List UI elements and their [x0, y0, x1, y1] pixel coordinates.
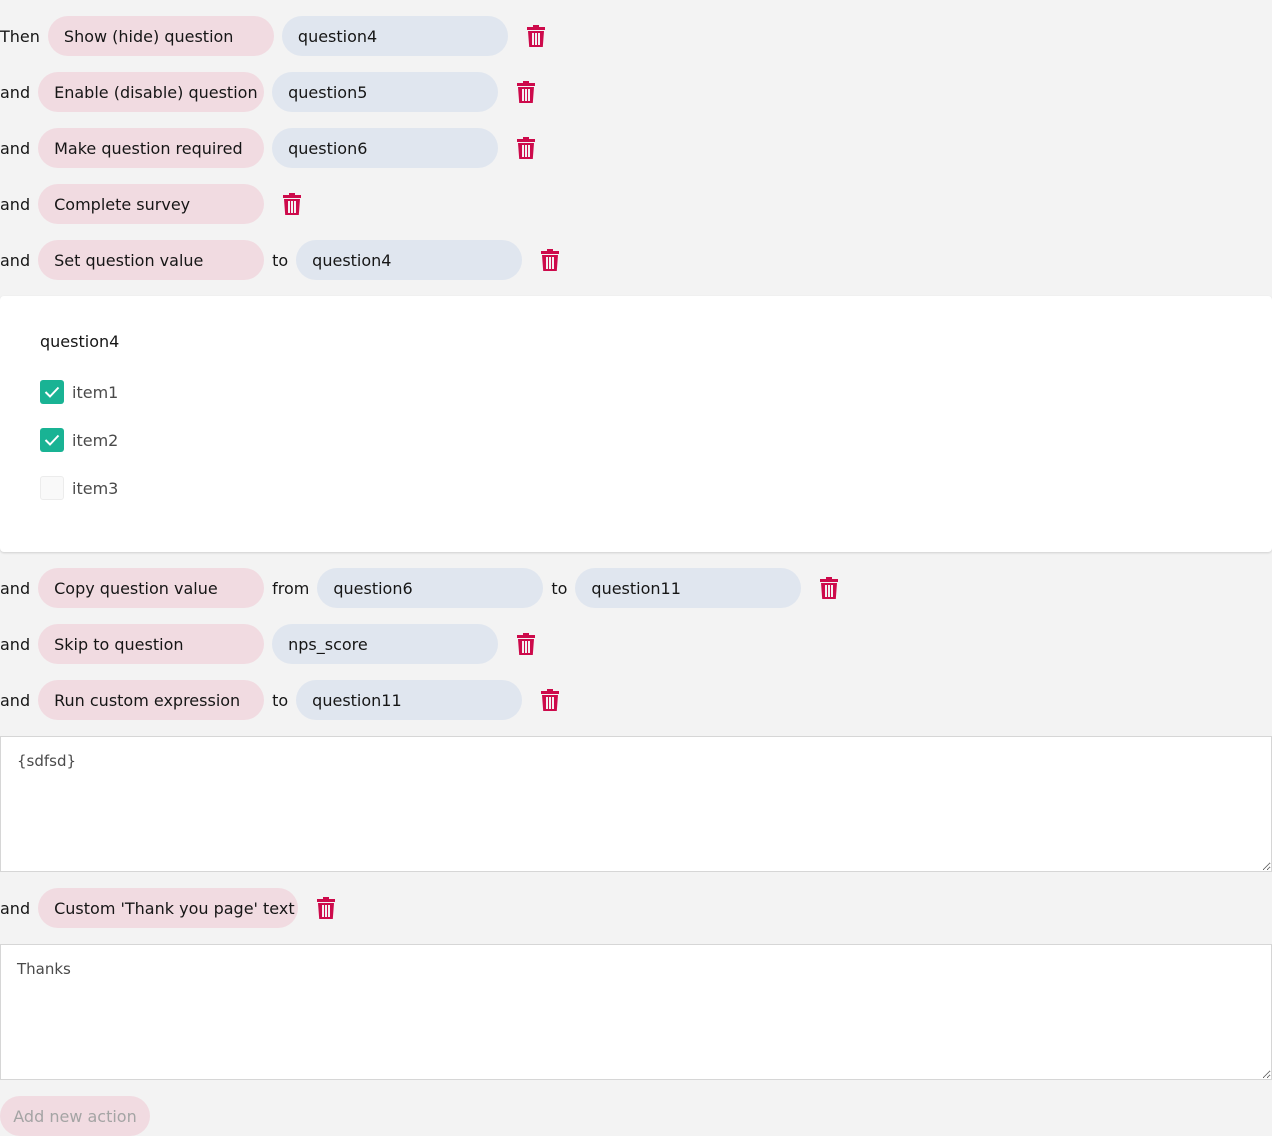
to-label: to — [551, 578, 568, 598]
target-question-dropdown[interactable]: nps_score — [272, 624, 499, 664]
action-type-dropdown[interactable]: Custom 'Thank you page' text — [38, 888, 299, 928]
trash-icon[interactable] — [540, 249, 560, 271]
to-label: to — [272, 250, 289, 270]
action-conjunction: and — [0, 578, 31, 598]
target-question-label: nps_score — [288, 634, 368, 654]
action-conjunction: and — [0, 250, 31, 270]
trash-icon[interactable] — [819, 577, 839, 599]
action-type-dropdown[interactable]: Make question required — [38, 128, 265, 168]
action-row: and Set question value to question4 — [0, 240, 560, 280]
trash-icon[interactable] — [316, 897, 336, 919]
action-conjunction: and — [0, 898, 31, 918]
checkbox-item[interactable]: item3 — [40, 476, 118, 500]
target-question-dropdown[interactable]: question11 — [575, 568, 802, 608]
action-type-dropdown[interactable]: Complete survey — [38, 184, 265, 224]
target-question-dropdown[interactable]: question4 — [296, 240, 523, 280]
action-row: and Complete survey — [0, 184, 302, 224]
action-conjunction: Then — [0, 26, 40, 46]
action-row: and Make question required question6 — [0, 128, 536, 168]
action-type-label: Set question value — [54, 250, 204, 270]
action-row: Then Show (hide) question question4 — [0, 16, 546, 56]
action-type-label: Make question required — [54, 138, 243, 158]
action-type-label: Skip to question — [54, 634, 184, 654]
checkbox-item[interactable]: item1 — [40, 380, 118, 404]
checkbox-label: item3 — [72, 478, 119, 498]
action-row: and Custom 'Thank you page' text — [0, 888, 336, 928]
trash-icon[interactable] — [516, 137, 536, 159]
target-question-dropdown[interactable]: question6 — [272, 128, 499, 168]
question-value-panel: question4 item1 item2 item3 — [0, 296, 1272, 552]
add-new-action-button[interactable]: Add new action — [0, 1096, 150, 1136]
trash-icon[interactable] — [282, 193, 302, 215]
checkbox-checked[interactable] — [40, 428, 64, 452]
trash-icon[interactable] — [526, 25, 546, 47]
source-question-dropdown[interactable]: question6 — [317, 568, 544, 608]
action-conjunction: and — [0, 194, 31, 214]
expression-textarea[interactable]: {sdfsd} — [0, 736, 1272, 872]
target-question-label: question5 — [288, 82, 368, 102]
source-question-label: question6 — [333, 578, 413, 598]
target-question-label: question11 — [312, 690, 402, 710]
action-type-dropdown[interactable]: Copy question value — [38, 568, 265, 608]
checkbox-checked[interactable] — [40, 380, 64, 404]
action-type-label: Run custom expression — [54, 690, 241, 710]
thank-you-text-textarea[interactable]: Thanks — [0, 944, 1272, 1080]
checkbox-label: item2 — [72, 430, 119, 450]
action-type-label: Custom 'Thank you page' text — [54, 898, 295, 918]
action-type-label: Copy question value — [54, 578, 218, 598]
action-type-dropdown[interactable]: Enable (disable) question — [38, 72, 265, 112]
action-conjunction: and — [0, 634, 31, 654]
checkbox-item[interactable]: item2 — [40, 428, 118, 452]
action-type-dropdown[interactable]: Run custom expression — [38, 680, 265, 720]
action-type-label: Show (hide) question — [63, 26, 234, 46]
action-type-label: Enable (disable) question — [54, 82, 258, 102]
action-row: and Copy question value from question6 t… — [0, 568, 839, 608]
target-question-label: question4 — [312, 250, 392, 270]
action-conjunction: and — [0, 82, 31, 102]
trash-icon[interactable] — [540, 689, 560, 711]
checkbox-label: item1 — [72, 382, 119, 402]
action-type-dropdown[interactable]: Show (hide) question — [47, 16, 274, 56]
trash-icon[interactable] — [516, 81, 536, 103]
action-conjunction: and — [0, 138, 31, 158]
action-row: and Enable (disable) question question5 — [0, 72, 536, 112]
to-label: to — [272, 690, 289, 710]
action-row: and Run custom expression to question11 — [0, 680, 560, 720]
checkmark-icon — [44, 386, 60, 398]
target-question-label: question4 — [297, 26, 378, 46]
checkmark-icon — [44, 434, 60, 446]
action-type-label: Complete survey — [54, 194, 191, 214]
target-question-label: question6 — [288, 138, 368, 158]
action-type-dropdown[interactable]: Set question value — [38, 240, 265, 280]
action-row: and Skip to question nps_score — [0, 624, 536, 664]
action-type-dropdown[interactable]: Skip to question — [38, 624, 265, 664]
question-title: question4 — [40, 332, 120, 351]
action-conjunction: and — [0, 690, 31, 710]
target-question-label: question11 — [591, 578, 681, 598]
target-question-dropdown[interactable]: question5 — [272, 72, 499, 112]
trash-icon[interactable] — [516, 633, 536, 655]
target-question-dropdown[interactable]: question4 — [281, 16, 508, 56]
from-label: from — [272, 578, 310, 598]
checkbox-unchecked[interactable] — [40, 476, 64, 500]
target-question-dropdown[interactable]: question11 — [296, 680, 523, 720]
